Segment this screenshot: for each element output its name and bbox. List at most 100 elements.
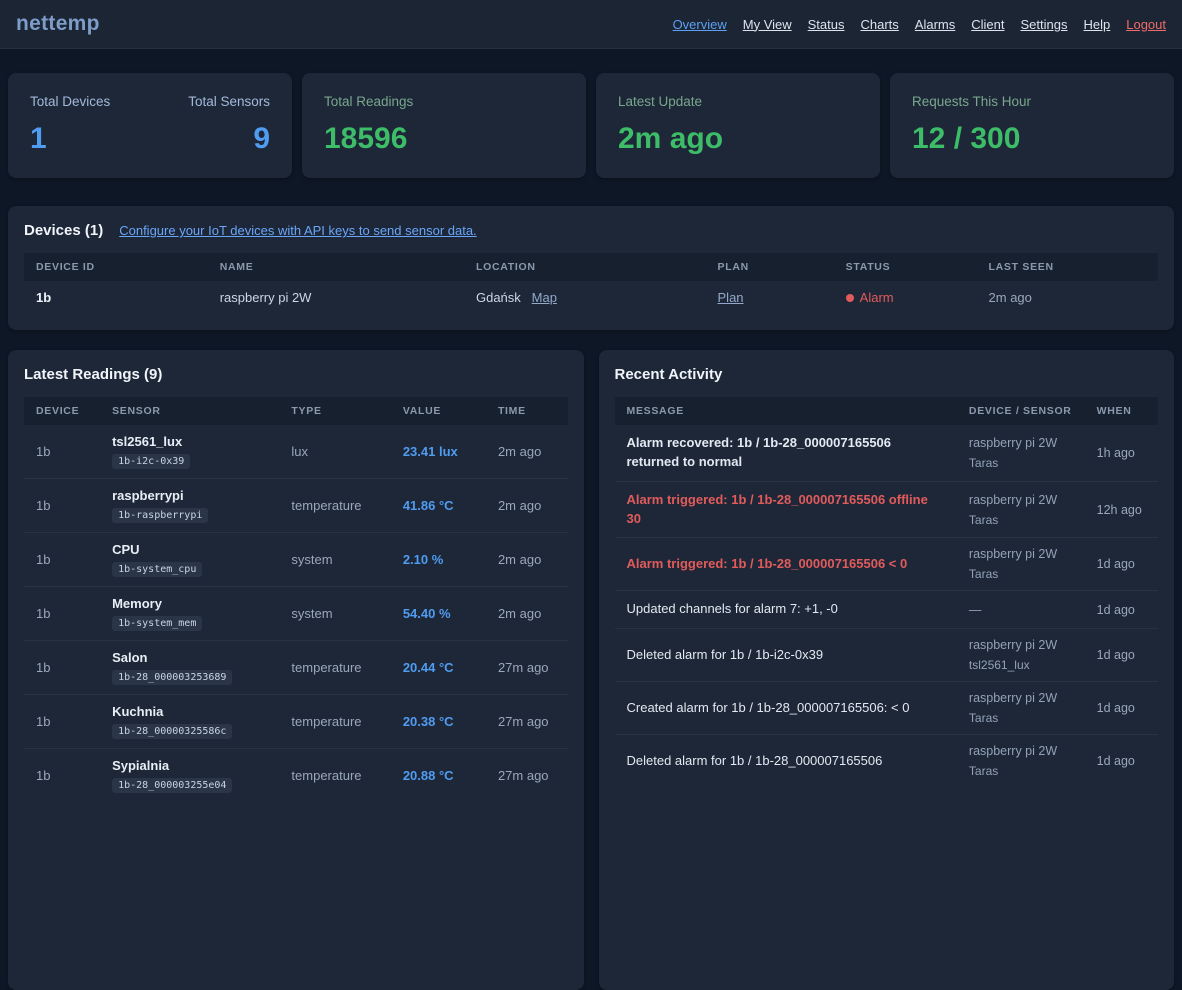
activity-message: Alarm triggered: 1b / 1b-28_000007165506… (615, 538, 957, 591)
total-readings-value: 18596 (324, 121, 564, 157)
col-header-plan: PLAN (706, 253, 834, 281)
latest-readings-panel: Latest Readings (9) DEVICE SENSOR TYPE V… (8, 350, 584, 990)
activity-device-sensor: raspberry pi 2W tsl2561_lux (957, 629, 1085, 682)
devices-table-header-row: DEVICE ID NAME LOCATION PLAN STATUS LAST… (24, 253, 1158, 281)
device-name: raspberry pi 2W (208, 281, 464, 314)
reading-device: 1b (24, 749, 100, 803)
device-status: Alarm (834, 281, 977, 314)
reading-device: 1b (24, 425, 100, 479)
sensor-name: Salon (112, 650, 267, 665)
reading-value: 23.41 lux (391, 425, 486, 479)
reading-value: 54.40 % (391, 587, 486, 641)
recent-activity-header: Recent Activity (615, 366, 1159, 383)
activity-device-sensor: raspberry pi 2W Taras (957, 735, 1085, 788)
sensor-name: raspberrypi (112, 488, 267, 503)
reading-sensor: Memory 1b-system_mem (100, 587, 279, 641)
reading-row: 1b Salon 1b-28_000003253689 temperature … (24, 641, 568, 695)
activity-table-header-row: MESSAGE DEVICE / SENSOR WHEN (615, 397, 1159, 425)
device-location: Gdańsk Map (464, 281, 706, 314)
nav-link-overview[interactable]: Overview (673, 17, 727, 32)
activity-sensor: Taras (969, 764, 1073, 778)
col-header-type: TYPE (279, 397, 390, 425)
nav-link-help[interactable]: Help (1083, 17, 1110, 32)
device-plan-link[interactable]: Plan (718, 290, 744, 305)
latest-readings-header: Latest Readings (9) (24, 366, 568, 383)
activity-row: Alarm triggered: 1b / 1b-28_000007165506… (615, 481, 1159, 538)
reading-sensor: raspberrypi 1b-raspberrypi (100, 479, 279, 533)
sensor-id-badge: 1b-system_cpu (112, 562, 202, 577)
stat-card-requests-hour: Requests This Hour 12 / 300 (890, 73, 1174, 178)
nav-link-settings[interactable]: Settings (1021, 17, 1068, 32)
navbar: nettemp Overview My View Status Charts A… (0, 0, 1182, 49)
activity-sensor: Taras (969, 711, 1073, 725)
reading-sensor: tsl2561_lux 1b-i2c-0x39 (100, 425, 279, 479)
nav-link-status[interactable]: Status (808, 17, 845, 32)
reading-row: 1b tsl2561_lux 1b-i2c-0x39 lux 23.41 lux… (24, 425, 568, 479)
activity-device: raspberry pi 2W (969, 493, 1073, 507)
nav-link-logout[interactable]: Logout (1126, 17, 1166, 32)
activity-device: raspberry pi 2W (969, 638, 1073, 652)
reading-type: system (279, 587, 390, 641)
col-header-location: LOCATION (464, 253, 706, 281)
sensor-name: CPU (112, 542, 267, 557)
nav-link-alarms[interactable]: Alarms (915, 17, 955, 32)
devices-panel-header: Devices (1) Configure your IoT devices w… (24, 222, 1158, 239)
reading-sensor: Kuchnia 1b-28_00000325586c (100, 695, 279, 749)
reading-row: 1b CPU 1b-system_cpu system 2.10 % 2m ag… (24, 533, 568, 587)
col-header-status: STATUS (834, 253, 977, 281)
sensor-id-badge: 1b-28_000003253689 (112, 670, 232, 685)
activity-sensor: tsl2561_lux (969, 658, 1073, 672)
latest-readings-title: Latest Readings (9) (24, 366, 162, 383)
activity-when: 12h ago (1085, 481, 1158, 538)
activity-device: raspberry pi 2W (969, 744, 1073, 758)
activity-row: Alarm recovered: 1b / 1b-28_000007165506… (615, 425, 1159, 481)
reading-device: 1b (24, 479, 100, 533)
readings-table-header-row: DEVICE SENSOR TYPE VALUE TIME (24, 397, 568, 425)
stat-card-devices-sensors: Total Devices 1 Total Sensors 9 (8, 73, 292, 178)
devices-table: DEVICE ID NAME LOCATION PLAN STATUS LAST… (24, 253, 1158, 314)
nav-links: Overview My View Status Charts Alarms Cl… (673, 17, 1166, 32)
alarm-status-dot (846, 294, 854, 302)
col-header-last-seen: LAST SEEN (977, 253, 1158, 281)
configure-devices-link[interactable]: Configure your IoT devices with API keys… (119, 223, 476, 238)
total-readings-label: Total Readings (324, 94, 564, 109)
activity-row: Deleted alarm for 1b / 1b-28_00000716550… (615, 735, 1159, 788)
activity-device-sensor: raspberry pi 2W Taras (957, 425, 1085, 481)
reading-row: 1b Kuchnia 1b-28_00000325586c temperatur… (24, 695, 568, 749)
sensor-name: Kuchnia (112, 704, 267, 719)
activity-device: — (969, 603, 1073, 617)
logo[interactable]: nettemp (16, 12, 100, 36)
activity-when: 1d ago (1085, 591, 1158, 629)
activity-sensor: Taras (969, 513, 1073, 527)
nav-link-my-view[interactable]: My View (743, 17, 792, 32)
sensor-name: tsl2561_lux (112, 434, 267, 449)
nav-link-client[interactable]: Client (971, 17, 1004, 32)
sensor-id-badge: 1b-28_00000325586c (112, 724, 232, 739)
activity-device: raspberry pi 2W (969, 691, 1073, 705)
reading-type: temperature (279, 479, 390, 533)
total-devices-label: Total Devices (30, 94, 110, 109)
reading-time: 27m ago (486, 641, 568, 695)
stat-total-sensors: Total Sensors 9 (188, 94, 270, 157)
activity-row: Updated channels for alarm 7: +1, -0 — 1… (615, 591, 1159, 629)
total-devices-value: 1 (30, 121, 110, 157)
reading-value: 41.86 °C (391, 479, 486, 533)
reading-sensor: Sypialnia 1b-28_000003255e04 (100, 749, 279, 803)
device-status-text: Alarm (860, 290, 894, 305)
latest-update-value: 2m ago (618, 121, 858, 157)
nav-link-charts[interactable]: Charts (861, 17, 899, 32)
total-sensors-value: 9 (188, 121, 270, 157)
total-sensors-label: Total Sensors (188, 94, 270, 109)
reading-type: temperature (279, 695, 390, 749)
requests-hour-value: 12 / 300 (912, 121, 1152, 157)
activity-device: raspberry pi 2W (969, 436, 1073, 450)
col-header-value: VALUE (391, 397, 486, 425)
reading-type: temperature (279, 641, 390, 695)
col-header-device: DEVICE (24, 397, 100, 425)
bottom-row: Latest Readings (9) DEVICE SENSOR TYPE V… (8, 350, 1174, 990)
reading-row: 1b raspberrypi 1b-raspberrypi temperatur… (24, 479, 568, 533)
device-map-link[interactable]: Map (532, 290, 557, 305)
activity-message: Updated channels for alarm 7: +1, -0 (615, 591, 957, 629)
reading-device: 1b (24, 641, 100, 695)
col-header-when: WHEN (1085, 397, 1158, 425)
